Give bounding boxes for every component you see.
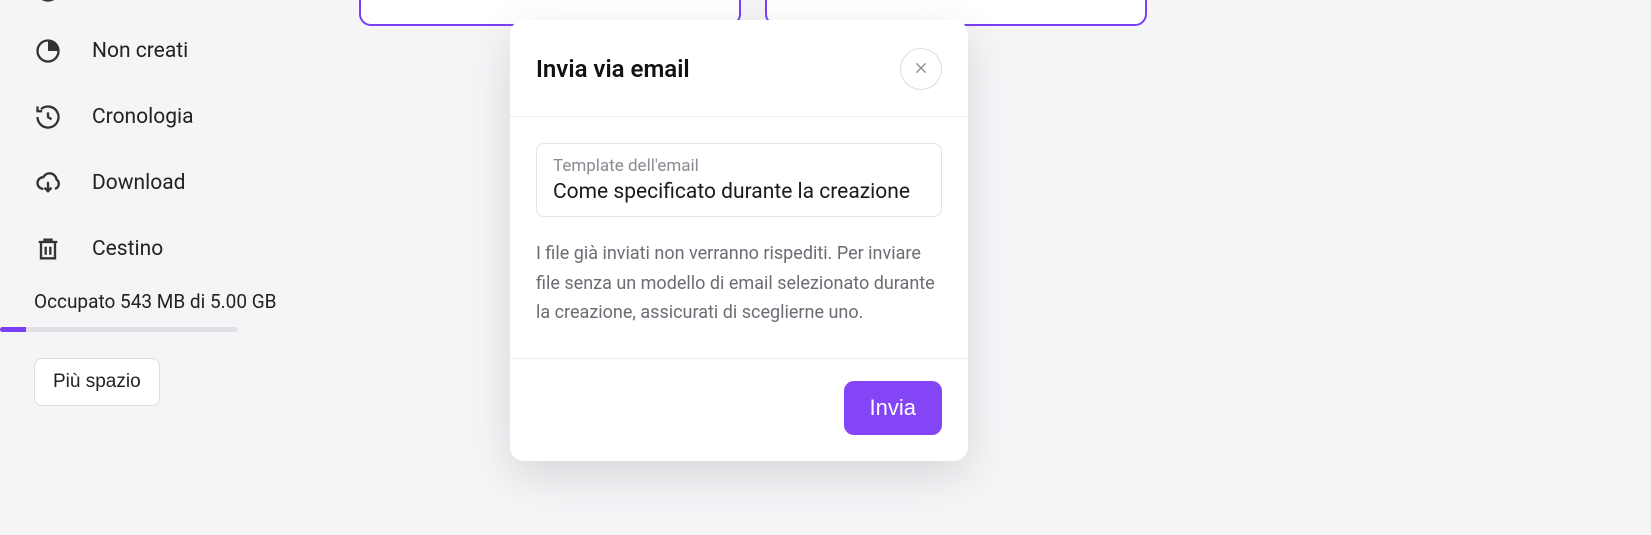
- sidebar-item-not-created[interactable]: Non creati: [0, 18, 310, 84]
- send-button[interactable]: Invia: [844, 381, 942, 435]
- sidebar-item-trash[interactable]: Cestino: [0, 216, 310, 282]
- modal-body: Template dell'email Come specificato dur…: [510, 117, 968, 359]
- storage-text: Occupato 543 MB di 5.00 GB: [0, 282, 310, 313]
- modal-description: I file già inviati non verranno rispedit…: [536, 239, 942, 328]
- pie-icon: [34, 37, 62, 65]
- sidebar-item-label: Download: [92, 171, 186, 195]
- close-button[interactable]: [900, 48, 942, 90]
- close-icon: [913, 60, 929, 79]
- history-icon: [34, 103, 62, 131]
- template-field-label: Template dell'email: [553, 156, 925, 176]
- trash-icon: [34, 235, 62, 263]
- sidebar-item-history[interactable]: Cronologia: [0, 84, 310, 150]
- sidebar-item-label: Non creati: [92, 39, 188, 63]
- modal-header: Invia via email: [510, 20, 968, 117]
- email-modal: Invia via email Template dell'email Come…: [510, 20, 968, 461]
- storage-bar: [0, 327, 238, 332]
- template-field[interactable]: Template dell'email Come specificato dur…: [536, 143, 942, 217]
- sidebar-item-all-files[interactable]: Tutti i file: [0, 0, 310, 18]
- files-icon: [34, 0, 62, 4]
- sidebar-item-label: Cronologia: [92, 105, 194, 129]
- sidebar-item-download[interactable]: Download: [0, 150, 310, 216]
- more-space-button[interactable]: Più spazio: [34, 358, 160, 406]
- modal-title: Invia via email: [536, 55, 690, 83]
- storage-bar-fill: [0, 327, 26, 332]
- download-icon: [34, 169, 62, 197]
- sidebar-item-label: Tutti i file: [92, 0, 177, 2]
- modal-footer: Invia: [510, 359, 968, 461]
- sidebar: Tutti i file Non creati Cronologia Downl…: [0, 0, 310, 406]
- template-field-value: Come specificato durante la creazione: [553, 176, 925, 204]
- sidebar-item-label: Cestino: [92, 237, 163, 261]
